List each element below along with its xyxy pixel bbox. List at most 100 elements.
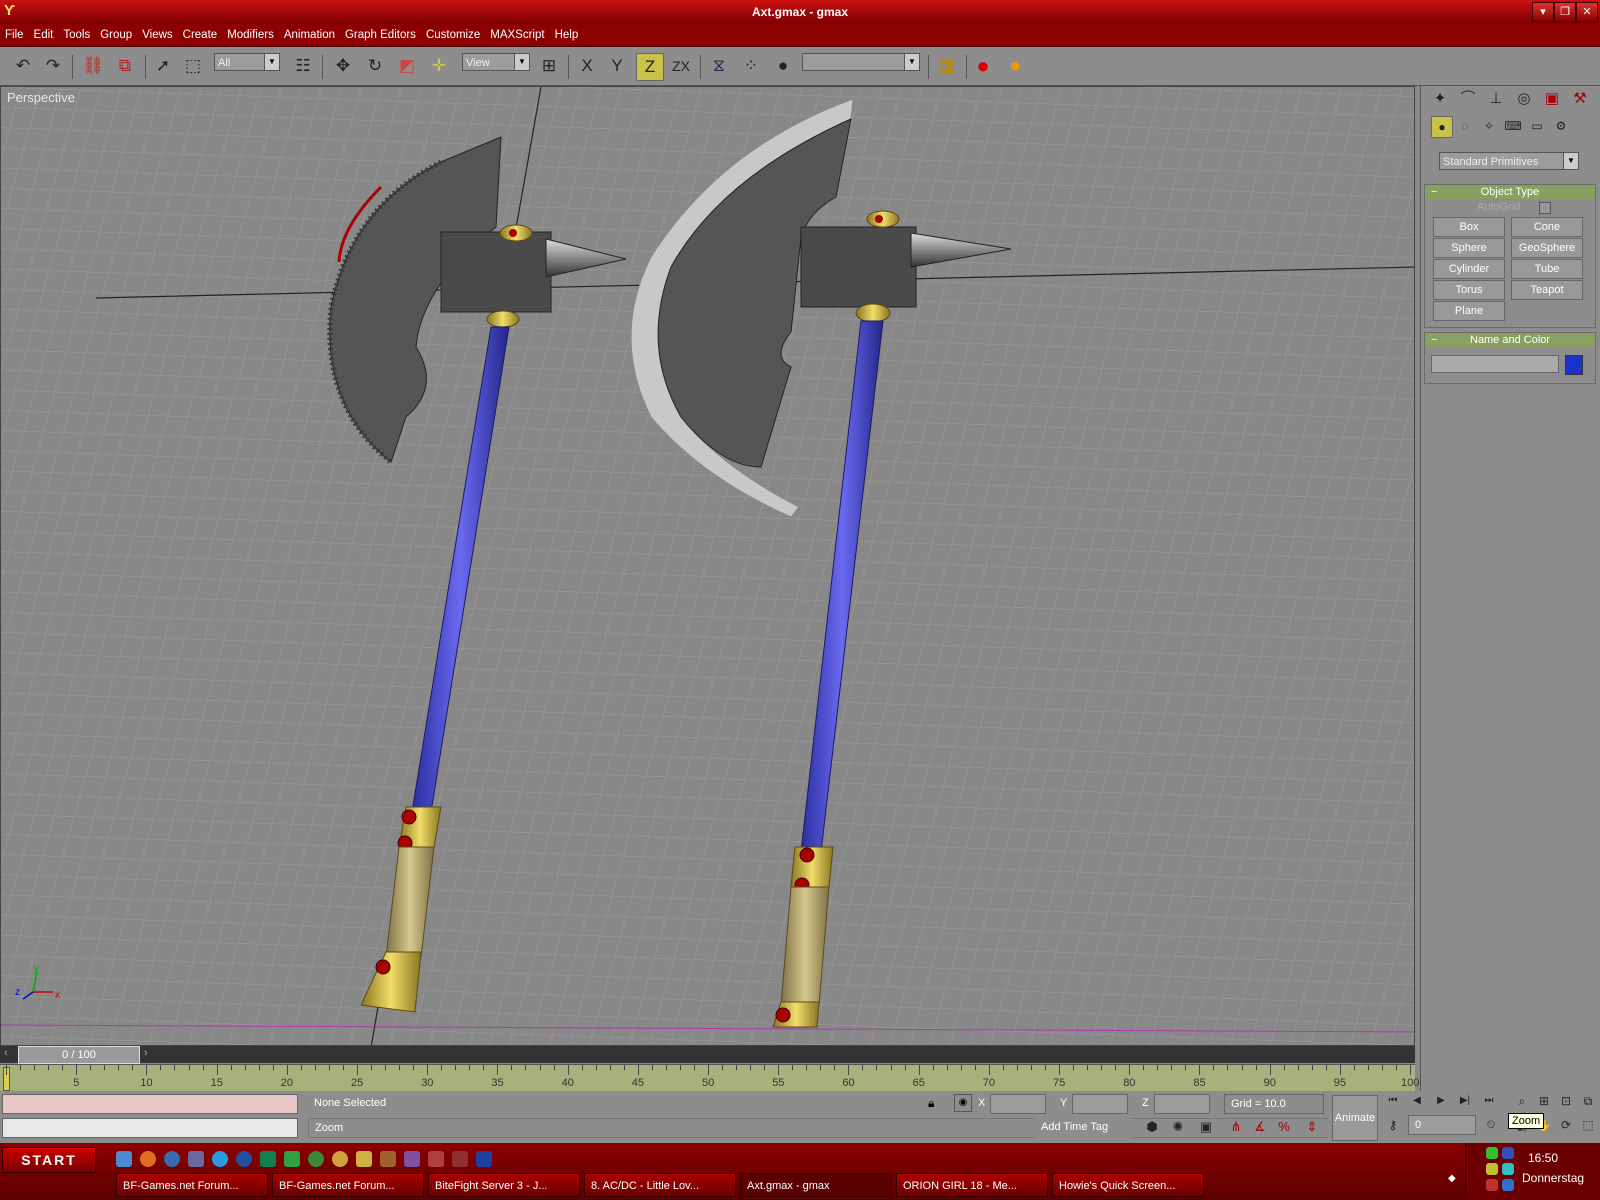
degradation-override-icon[interactable]: ✺ xyxy=(1168,1117,1188,1137)
play-icon[interactable]: ▶ xyxy=(1430,1091,1452,1111)
taskbar-item-orion-girl[interactable]: ORION GIRL 18 - Me... xyxy=(896,1173,1048,1197)
spinner-snap-icon[interactable]: ⇕ xyxy=(1302,1117,1322,1137)
menu-customize[interactable]: Customize xyxy=(421,24,485,46)
shield-quicklaunch-icon[interactable] xyxy=(284,1151,300,1167)
menu-modifiers[interactable]: Modifiers xyxy=(222,24,279,46)
select-object-icon[interactable]: ➚ xyxy=(150,53,176,79)
pivot-center-icon[interactable]: ✛ xyxy=(426,53,452,79)
explorer-quicklaunch-icon[interactable] xyxy=(116,1151,132,1167)
menu-views[interactable]: Views xyxy=(137,24,177,46)
constrain-y-button[interactable]: Y xyxy=(604,53,630,79)
constrain-z-button[interactable]: Z xyxy=(636,53,664,81)
maxscript-listener-field[interactable] xyxy=(2,1094,298,1114)
nero-quicklaunch-icon[interactable] xyxy=(260,1151,276,1167)
tray-expand-icon[interactable]: ◆ xyxy=(1448,1173,1456,1184)
tool-quicklaunch-icon[interactable] xyxy=(380,1151,396,1167)
character-quicklaunch-icon[interactable] xyxy=(332,1151,348,1167)
render-icon[interactable]: ● xyxy=(1002,53,1028,79)
scale-icon[interactable]: ◩ xyxy=(394,53,420,79)
material-icon[interactable]: ● xyxy=(770,53,796,79)
cylinder-button[interactable]: Cylinder xyxy=(1433,259,1505,279)
geosphere-button[interactable]: GeoSphere xyxy=(1511,238,1583,258)
z-quicklaunch-icon[interactable] xyxy=(428,1151,444,1167)
chevron-left-icon[interactable]: ‹ xyxy=(4,1047,8,1059)
settings-quicklaunch-icon[interactable] xyxy=(308,1151,324,1167)
selection-lock-icon[interactable]: 🔒︎ xyxy=(928,1096,934,1111)
y-coord-field[interactable] xyxy=(1072,1094,1128,1114)
select-by-name-icon[interactable]: ☷ xyxy=(290,53,316,79)
percent-snap-icon[interactable]: % xyxy=(1274,1117,1294,1137)
taskbar-item-acdc[interactable]: 8. AC/DC - Little Lov... xyxy=(584,1173,736,1197)
utilities-tab-icon[interactable]: ⚒ xyxy=(1567,86,1593,112)
perspective-viewport[interactable]: x y z Perspective xyxy=(0,86,1415,1046)
geometry-icon[interactable]: ● xyxy=(1431,116,1453,138)
current-frame-field[interactable]: 0 xyxy=(1408,1115,1476,1135)
create-tab-icon[interactable]: ✦ xyxy=(1427,86,1453,112)
zoom-all-icon[interactable]: ⊞ xyxy=(1534,1091,1554,1111)
z-coord-field[interactable] xyxy=(1154,1094,1210,1114)
x-coord-field[interactable] xyxy=(990,1094,1046,1114)
time-configuration-icon[interactable]: ⏲ xyxy=(1480,1115,1502,1135)
object-color-swatch[interactable] xyxy=(1565,355,1583,375)
monitor-tray-icon[interactable] xyxy=(1502,1147,1514,1159)
menu-animation[interactable]: Animation xyxy=(279,24,340,46)
menu-file[interactable]: File xyxy=(0,24,29,46)
zoom-extents-icon[interactable]: ⊡ xyxy=(1556,1091,1576,1111)
messenger-quicklaunch-icon[interactable] xyxy=(188,1151,204,1167)
autogrid-checkbox[interactable] xyxy=(1539,202,1551,214)
security-tray-icon[interactable] xyxy=(1486,1179,1498,1191)
add-time-tag-button[interactable]: Add Time Tag xyxy=(1035,1118,1131,1138)
menu-maxscript[interactable]: MAXScript xyxy=(485,24,549,46)
maxscript-output-field[interactable] xyxy=(2,1118,298,1138)
move-icon[interactable]: ✥ xyxy=(330,53,356,79)
shapes-icon[interactable]: ◌ xyxy=(1455,116,1475,136)
taskbar-item-bitefight[interactable]: BiteFight Server 3 - J... xyxy=(428,1173,580,1197)
sphere-button[interactable]: Sphere xyxy=(1433,238,1505,258)
selection-filter-dropdown[interactable]: All ▼ xyxy=(214,53,280,71)
mirror-icon[interactable]: ⧖ xyxy=(706,53,732,79)
menu-graph-editors[interactable]: Graph Editors xyxy=(340,24,421,46)
use-pivot-icon[interactable]: ⊞ xyxy=(536,53,562,79)
menu-create[interactable]: Create xyxy=(178,24,223,46)
taskbar-item-howies-screen[interactable]: Howie's Quick Screen... xyxy=(1052,1173,1204,1197)
chevron-right-icon[interactable]: › xyxy=(144,1047,148,1059)
modify-tab-icon[interactable]: ⌒ xyxy=(1455,86,1481,112)
motion-tab-icon[interactable]: ◎ xyxy=(1511,86,1537,112)
undo-icon[interactable]: ↶ xyxy=(10,53,36,79)
menu-edit[interactable]: Edit xyxy=(29,24,59,46)
lights-icon[interactable]: ✧ xyxy=(1479,116,1499,136)
close-button[interactable]: ✕ xyxy=(1576,2,1598,22)
go-to-end-icon[interactable]: ⏭ xyxy=(1478,1091,1500,1111)
angle-snap-icon[interactable]: ∡ xyxy=(1250,1117,1270,1137)
track-bar[interactable]: 5 10 15 20 25 30 35 40 45 50 55 60 65 70 75 80 85 90 95 100 xyxy=(0,1064,1419,1092)
constrain-x-button[interactable]: X xyxy=(574,53,600,79)
space-warps-icon[interactable]: ⚙ xyxy=(1551,116,1571,136)
key-mode-icon[interactable]: ⚷ xyxy=(1382,1115,1404,1135)
volume-tray-icon[interactable] xyxy=(1486,1163,1498,1175)
minimize-button[interactable]: ▾ xyxy=(1532,2,1554,22)
go-to-start-icon[interactable]: ⏮ xyxy=(1382,1091,1404,1111)
next-frame-icon[interactable]: ▶| xyxy=(1454,1091,1476,1111)
absolute-mode-toggle-icon[interactable]: ◉ xyxy=(954,1094,972,1112)
game-quicklaunch-icon[interactable] xyxy=(452,1151,468,1167)
star-quicklaunch-icon[interactable] xyxy=(476,1151,492,1167)
zoom-extents-all-icon[interactable]: ⧉ xyxy=(1578,1091,1598,1111)
tube-button[interactable]: Tube xyxy=(1511,259,1583,279)
maximize-viewport-icon[interactable]: ⬚ xyxy=(1578,1115,1598,1135)
restore-button[interactable]: ❐ xyxy=(1554,2,1576,22)
skype-quicklaunch-icon[interactable] xyxy=(212,1151,228,1167)
cone-button[interactable]: Cone xyxy=(1511,217,1583,237)
material-editor-icon[interactable]: ● xyxy=(970,53,996,79)
helpers-icon[interactable]: ▭ xyxy=(1527,116,1547,136)
array-icon[interactable]: ⁘ xyxy=(738,53,764,79)
firefox-quicklaunch-icon[interactable] xyxy=(140,1151,156,1167)
arc-rotate-icon[interactable]: ⟳ xyxy=(1556,1115,1576,1135)
previous-frame-icon[interactable]: ◀ xyxy=(1406,1091,1428,1111)
viewport-label[interactable]: Perspective xyxy=(7,90,75,105)
constrain-zx-button[interactable]: ZX xyxy=(668,53,694,79)
clock-time[interactable]: 16:50 xyxy=(1528,1151,1558,1165)
snap-3d-icon[interactable]: ⋔ xyxy=(1226,1117,1246,1137)
media-player-quicklaunch-icon[interactable] xyxy=(164,1151,180,1167)
time-slider[interactable]: ‹ 0 / 100 › xyxy=(0,1046,1415,1064)
reference-coordinate-dropdown[interactable]: View ▼ xyxy=(462,53,530,71)
